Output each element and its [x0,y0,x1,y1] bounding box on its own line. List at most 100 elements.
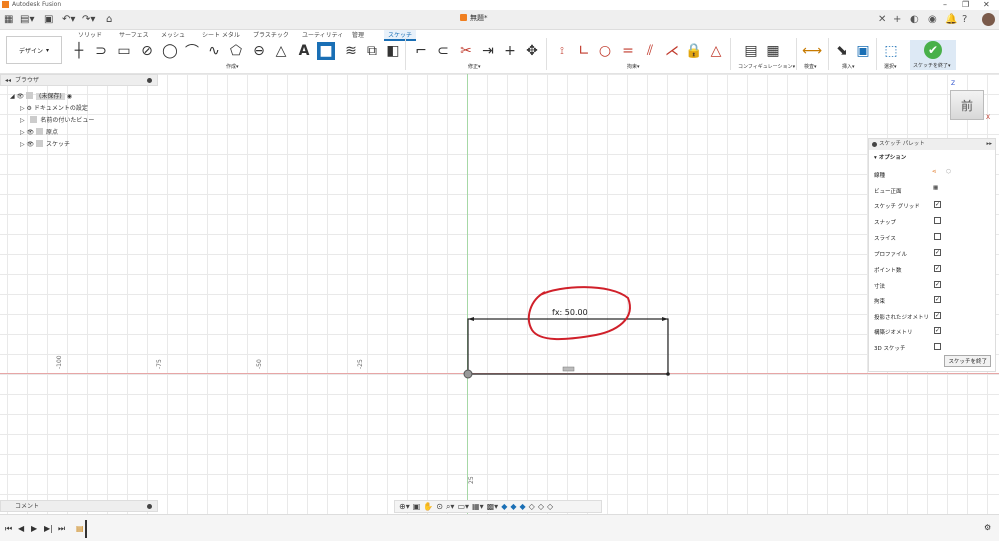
palette-title: スケッチ パレット [879,141,925,147]
palette-row-constraints: 拘束 ✓ [874,296,941,305]
filter-body-icon[interactable]: ◇ [529,502,535,511]
browser-item-named-views[interactable]: ▷ 名前の付いたビュー [20,115,94,124]
navigation-bar: ⊕▾ ▣ ✋ ⊙ ⌕▾ ▭▾ ▦▾ ▩▾ ◆ ◆ ◆ ◇ ◇ ◇ [394,500,602,513]
filter-other-icon[interactable]: ◇ [547,502,553,511]
palette-row-grid: スケッチ グリッド ✓ [874,201,941,210]
previous-step-icon[interactable]: ◀ [18,524,24,533]
row-label: 線種 [874,173,886,179]
filter-component-icon[interactable]: ◇ [538,502,544,511]
next-step-icon[interactable]: ▶| [44,524,53,533]
row-label: ポイント数 [874,268,902,274]
pin-icon[interactable] [872,142,877,147]
row-label: プロファイル [874,252,908,258]
palette-row-linetype: 線種 ⋖ ⬡ [874,169,951,179]
sketch-rectangle [467,318,669,375]
palette-row-slice: スライス [874,233,941,242]
view-cube[interactable]: 前 [950,90,984,120]
fit-icon[interactable]: ⌕▾ [446,502,455,512]
dimension-arrow-left [468,317,474,321]
grid-checkbox[interactable]: ✓ [934,201,941,208]
display-settings-icon[interactable]: ▭▾ [457,502,469,511]
folder-icon [36,140,44,147]
x-axis-label: X [986,114,991,121]
slice-checkbox[interactable] [934,233,941,240]
sketch-point [666,372,670,376]
browser-item-sketches[interactable]: ▷ 👁 スケッチ [20,139,70,148]
fusion-window: Autodesk Fusion – ❐ ✕ ▦ ▤▾ ▣ ↶▾ ↷▾ ⌂ 無題*… [0,0,999,541]
finish-sketch-palette-button[interactable]: スケッチを終了 [944,355,991,367]
camera-icon[interactable]: ▣ [413,502,421,511]
timeline: ⏮ ◀ ▶ ▶| ⏭ ▤ ⚙ [0,514,999,541]
row-label: 拘束 [874,299,886,305]
dimensions-checkbox[interactable]: ✓ [934,281,941,288]
comments-title: コメント [15,503,40,510]
row-label: 寸法 [874,284,886,290]
pin-icon[interactable] [147,504,152,509]
filter-solid-icon[interactable]: ◆ [501,502,507,511]
origin-point [463,369,473,379]
dimension-text[interactable]: fx: 50.00 [552,308,588,317]
folder-icon [30,116,38,123]
palette-row-snap: スナップ [874,217,941,226]
folder-icon [36,128,44,135]
section-label: オプション [878,155,907,161]
sketch-palette: スケッチ パレット ▸▸ ▾ オプション 線種 ⋖ ⬡ ビュー正面 ▦ スケッチ グリ… [868,138,996,372]
z-axis-label: Z [951,80,956,87]
browser-root-node[interactable]: ◢ 👁 (未保存) ◉ [10,91,72,100]
profile-checkbox[interactable]: ✓ [934,249,941,256]
item-label: ドキュメントの設定 [33,105,88,112]
collapse-icon[interactable]: ◂◂ [5,75,11,86]
filter-surface-icon[interactable]: ◆ [510,502,516,511]
palette-row-profile: プロファイル ✓ [874,249,941,258]
orbit-icon[interactable]: ⊕▾ [399,502,410,511]
3d-sketch-checkbox[interactable] [934,343,941,350]
palette-header[interactable]: スケッチ パレット ▸▸ [869,139,995,150]
timeline-marker[interactable] [85,520,87,538]
constraints-checkbox[interactable]: ✓ [934,296,941,303]
palette-row-construction: 構築ジオメトリ ✓ [874,327,941,336]
pin-icon[interactable] [147,78,152,83]
row-label: スケッチ グリッド [874,204,920,210]
grid-settings-icon[interactable]: ▦▾ [472,502,484,511]
construction-checkbox[interactable]: ✓ [934,327,941,334]
item-label: スケッチ [46,141,71,148]
first-step-icon[interactable]: ⏮ [5,524,12,534]
palette-row-look-at: ビュー正面 ▦ [874,185,938,195]
comments-panel[interactable]: コメント [0,500,158,512]
zoom-icon[interactable]: ⊙ [436,502,443,511]
row-label: スナップ [874,220,897,226]
row-label: 構築ジオメトリ [874,330,913,336]
browser-panel: ◂◂ ブラウザ ◢ 👁 (未保存) ◉ ▷ ⚙ ドキュメントの設定 ▷ 名前の付い… [0,74,158,154]
item-label: 原点 [46,129,59,136]
look-at-icon[interactable]: ▦ [933,185,938,191]
item-label: 名前の付いたビュー [40,117,95,124]
filter-mesh-icon[interactable]: ◆ [520,502,526,511]
projected-checkbox[interactable]: ✓ [934,312,941,319]
root-label: (未保存) [36,93,65,100]
browser-title: ブラウザ [15,77,40,84]
points-checkbox[interactable]: ✓ [934,265,941,272]
browser-item-document-settings[interactable]: ▷ ⚙ ドキュメントの設定 [20,103,88,112]
timeline-sketch-feature-icon[interactable]: ▤ [76,524,84,533]
centerline-icon[interactable]: ⬡ [946,169,951,175]
last-step-icon[interactable]: ⏭ [58,524,65,534]
viewports-icon[interactable]: ▩▾ [487,502,499,511]
browser-header[interactable]: ◂◂ ブラウザ [0,74,158,86]
row-label: 投影されたジオメトリ [874,315,930,321]
settings-gear-icon[interactable]: ⚙ [984,523,991,532]
dimension-arrow-right [662,317,668,321]
play-icon[interactable]: ▶ [31,524,37,533]
palette-row-points: ポイント数 ✓ [874,265,941,274]
browser-item-origin[interactable]: ▷ 👁 原点 [20,127,58,136]
pan-icon[interactable]: ✋ [423,502,433,511]
horizontal-constraint-icon [562,366,575,372]
palette-row-dimensions: 寸法 ✓ [874,281,941,290]
row-label: 3D スケッチ [874,346,906,352]
options-section[interactable]: ▾ オプション [869,150,995,164]
row-label: スライス [874,236,896,242]
construction-line-icon[interactable]: ⋖ [932,169,937,175]
snap-checkbox[interactable] [934,217,941,224]
palette-row-projected: 投影されたジオメトリ ✓ [874,312,941,321]
row-label: ビュー正面 [874,189,902,195]
expand-icon[interactable]: ▸▸ [986,139,992,150]
